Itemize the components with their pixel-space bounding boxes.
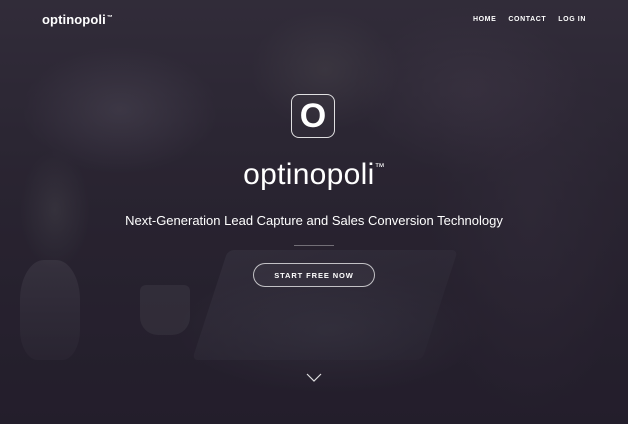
brand-mark-letter: O xyxy=(299,97,327,135)
brand-title-text: optinopoli xyxy=(243,158,375,191)
tagline: Next-Generation Lead Capture and Sales C… xyxy=(125,213,503,228)
brand-title: optinopoli™ xyxy=(0,158,628,192)
brand-mark-icon: O xyxy=(291,94,335,138)
divider xyxy=(294,245,334,246)
chevron-down-icon[interactable] xyxy=(306,370,322,382)
logo-trademark: ™ xyxy=(106,14,113,21)
hero-section: optinopoli™ HOME CONTACT LOG IN O optino… xyxy=(0,0,628,424)
nav-login-link[interactable]: LOG IN xyxy=(558,16,586,23)
site-logo[interactable]: optinopoli™ xyxy=(42,12,113,27)
start-free-button[interactable]: START FREE NOW xyxy=(253,263,375,287)
brand-title-trademark: ™ xyxy=(374,162,385,173)
nav-home-link[interactable]: HOME xyxy=(473,16,496,23)
nav-contact-link[interactable]: CONTACT xyxy=(508,16,546,23)
top-nav: HOME CONTACT LOG IN xyxy=(473,16,586,23)
background-overlay xyxy=(0,0,628,424)
logo-text: optinopoli xyxy=(42,12,106,27)
